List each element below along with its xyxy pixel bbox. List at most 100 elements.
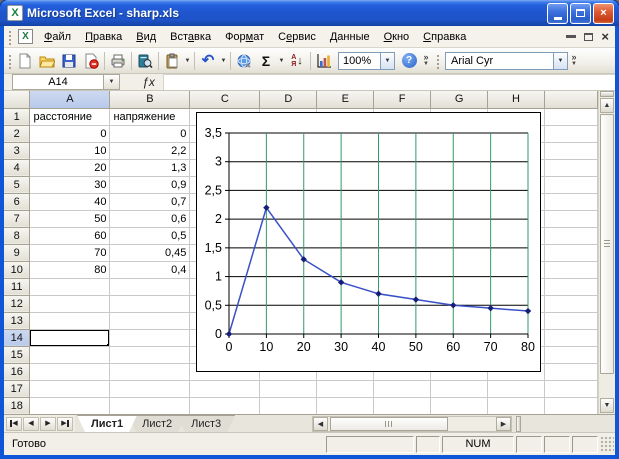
cell-B10[interactable]: 0,4 <box>110 261 190 278</box>
zoom-value[interactable]: 100% <box>338 52 380 70</box>
row-header-11[interactable]: 11 <box>4 278 30 295</box>
row-header-12[interactable]: 12 <box>4 295 30 312</box>
row-header-2[interactable]: 2 <box>4 125 30 142</box>
workbook-restore-icon[interactable] <box>584 33 593 41</box>
cell-A14[interactable] <box>30 329 110 346</box>
cell-A16[interactable] <box>30 363 110 380</box>
menu-item-2[interactable]: Правка <box>78 28 129 46</box>
sort-ascending-button[interactable]: АЯ ↓ <box>286 50 308 72</box>
row-header-13[interactable]: 13 <box>4 312 30 329</box>
row-header-8[interactable]: 8 <box>4 227 30 244</box>
sheet-tab-3[interactable]: Лист3 <box>177 415 235 432</box>
menu-item-5[interactable]: Формат <box>218 28 271 46</box>
cell-A9[interactable]: 70 <box>30 244 110 261</box>
previous-sheet-button[interactable]: ◀ <box>23 417 39 431</box>
insert-function-button[interactable]: ƒx <box>134 74 164 90</box>
cell-partial-18[interactable] <box>545 397 598 414</box>
row-header-9[interactable]: 9 <box>4 244 30 261</box>
cell-partial-14[interactable] <box>545 329 598 346</box>
cell-A10[interactable]: 80 <box>30 261 110 278</box>
vertical-split-handle[interactable] <box>600 91 614 97</box>
cell-A12[interactable] <box>30 295 110 312</box>
cell-partial-11[interactable] <box>545 278 598 295</box>
horizontal-scrollbar[interactable]: ◀ ▶ <box>312 416 512 432</box>
cell-A6[interactable]: 40 <box>30 193 110 210</box>
cell-A5[interactable]: 30 <box>30 176 110 193</box>
cell-B13[interactable] <box>110 312 190 329</box>
cell-B14[interactable] <box>110 329 190 346</box>
menu-item-7[interactable]: Данные <box>323 28 377 46</box>
row-header-3[interactable]: 3 <box>4 142 30 159</box>
cell-B5[interactable]: 0,9 <box>110 176 190 193</box>
undo-button[interactable]: ↶ <box>197 50 219 72</box>
paste-button[interactable] <box>161 50 183 72</box>
menu-item-8[interactable]: Окно <box>377 28 417 46</box>
cell-F17[interactable] <box>374 380 431 397</box>
horizontal-scroll-thumb[interactable] <box>330 417 448 431</box>
menu-item-4[interactable]: Вставка <box>163 28 218 46</box>
column-header-D[interactable]: D <box>260 91 317 108</box>
first-sheet-button[interactable]: ◀ <box>6 417 22 431</box>
undo-dropdown-icon[interactable]: ▼ <box>219 58 228 64</box>
cell-partial-16[interactable] <box>545 363 598 380</box>
cell-partial-17[interactable] <box>545 380 598 397</box>
sheet-tab-1[interactable]: Лист1 <box>77 415 137 432</box>
cell-partial-8[interactable] <box>545 227 598 244</box>
row-header-6[interactable]: 6 <box>4 193 30 210</box>
name-box-dropdown-icon[interactable]: ▼ <box>104 74 120 90</box>
cell-A7[interactable]: 50 <box>30 210 110 227</box>
cell-B12[interactable] <box>110 295 190 312</box>
cell-A13[interactable] <box>30 312 110 329</box>
cell-A8[interactable]: 60 <box>30 227 110 244</box>
column-header-A[interactable]: A <box>30 91 110 108</box>
cell-B15[interactable] <box>110 346 190 363</box>
cell-partial-2[interactable] <box>545 125 598 142</box>
vertical-scrollbar[interactable]: ▲ ▼ <box>598 91 615 414</box>
vertical-scroll-thumb[interactable] <box>600 114 614 374</box>
cell-B7[interactable]: 0,6 <box>110 210 190 227</box>
row-header-1[interactable]: 1 <box>4 108 30 125</box>
row-header-5[interactable]: 5 <box>4 176 30 193</box>
cell-D17[interactable] <box>260 380 317 397</box>
print-button[interactable] <box>107 50 129 72</box>
maximize-button[interactable] <box>570 3 591 24</box>
cell-B4[interactable]: 1,3 <box>110 159 190 176</box>
menu-item-3[interactable]: Вид <box>129 28 163 46</box>
new-document-button[interactable] <box>14 50 36 72</box>
name-box[interactable]: A14 <box>12 74 104 90</box>
cell-partial-6[interactable] <box>545 193 598 210</box>
paste-dropdown-icon[interactable]: ▼ <box>183 58 192 64</box>
scroll-down-button[interactable]: ▼ <box>600 398 614 413</box>
font-dropdown-icon[interactable]: ▼ <box>553 52 568 70</box>
cell-partial-12[interactable] <box>545 295 598 312</box>
row-header-14[interactable]: 14 <box>4 329 30 346</box>
toolbar-grip[interactable] <box>7 53 12 69</box>
select-all-corner[interactable] <box>4 91 30 108</box>
cell-B3[interactable]: 2,2 <box>110 142 190 159</box>
last-sheet-button[interactable]: ▶ <box>57 417 73 431</box>
sheet-tab-2[interactable]: Лист2 <box>128 415 186 432</box>
cell-B11[interactable] <box>110 278 190 295</box>
toolbar-options-button[interactable]: »▼ <box>420 50 432 72</box>
open-button[interactable] <box>36 50 58 72</box>
column-header-partial[interactable] <box>545 91 598 108</box>
column-header-E[interactable]: E <box>317 91 374 108</box>
help-button[interactable]: ? <box>398 50 420 72</box>
chart-wizard-button[interactable] <box>313 50 335 72</box>
cell-partial-1[interactable] <box>545 108 598 125</box>
cell-D18[interactable] <box>260 397 317 414</box>
cell-partial-15[interactable] <box>545 346 598 363</box>
cell-B8[interactable]: 0,5 <box>110 227 190 244</box>
cell-E17[interactable] <box>317 380 374 397</box>
cell-A4[interactable]: 20 <box>30 159 110 176</box>
scroll-up-button[interactable]: ▲ <box>600 98 614 113</box>
close-button[interactable]: × <box>593 3 614 24</box>
zoom-dropdown-icon[interactable]: ▼ <box>380 52 395 70</box>
cell-partial-4[interactable] <box>545 159 598 176</box>
menu-item-6[interactable]: Сервис <box>271 28 323 46</box>
minimize-button[interactable] <box>547 3 568 24</box>
next-sheet-button[interactable]: ▶ <box>40 417 56 431</box>
cell-G18[interactable] <box>431 397 488 414</box>
column-header-F[interactable]: F <box>374 91 431 108</box>
cell-E18[interactable] <box>317 397 374 414</box>
